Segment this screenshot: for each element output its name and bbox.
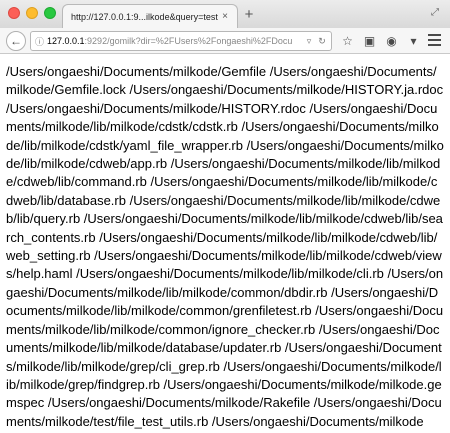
reading-list-icon[interactable]: ▣ bbox=[362, 34, 377, 48]
url-bar[interactable]: ⓘ 127.0.0.1:9292/gomilk?dir=%2FUsers%2Fo… bbox=[30, 31, 332, 51]
downloads-icon[interactable]: ▾ bbox=[406, 34, 421, 48]
fullscreen-icon[interactable]: ⤢ bbox=[428, 6, 442, 20]
url-path: :9292/gomilk?dir=%2FUsers%2Fongaeshi%2FD… bbox=[84, 36, 293, 46]
tab-close-icon[interactable]: × bbox=[219, 11, 231, 22]
reload-icon[interactable]: ↻ bbox=[317, 36, 327, 47]
url-dropdown-icon[interactable]: ▿ bbox=[304, 36, 314, 47]
url-text[interactable]: 127.0.0.1:9292/gomilk?dir=%2FUsers%2Fong… bbox=[47, 36, 304, 46]
zoom-window-button[interactable] bbox=[44, 7, 56, 19]
search-results-text: /Users/ongaeshi/Documents/milkode/Gemfil… bbox=[6, 64, 444, 429]
toolbar-icons: ☆ ▣ ◉ ▾ bbox=[340, 31, 421, 51]
bookmark-star-icon[interactable]: ☆ bbox=[340, 34, 355, 48]
pocket-icon[interactable]: ◉ bbox=[384, 34, 399, 48]
new-tab-button[interactable]: + bbox=[240, 6, 258, 24]
minimize-window-button[interactable] bbox=[26, 7, 38, 19]
page-content: /Users/ongaeshi/Documents/milkode/Gemfil… bbox=[0, 55, 450, 433]
url-actions: ▿ ↻ bbox=[304, 36, 327, 47]
back-button[interactable]: ← bbox=[6, 31, 26, 51]
url-host: 127.0.0.1 bbox=[47, 36, 85, 46]
hamburger-menu-icon[interactable] bbox=[428, 34, 441, 46]
tab-title: http://127.0.0.1:9...ilkode&query=test bbox=[71, 11, 218, 22]
title-bar: http://127.0.0.1:9...ilkode&query=test ×… bbox=[0, 0, 450, 28]
close-window-button[interactable] bbox=[8, 7, 20, 19]
navigation-bar: ← ⓘ 127.0.0.1:9292/gomilk?dir=%2FUsers%2… bbox=[0, 28, 450, 54]
site-identity-icon[interactable]: ⓘ bbox=[35, 35, 47, 48]
browser-tab[interactable]: http://127.0.0.1:9...ilkode&query=test × bbox=[62, 4, 238, 28]
